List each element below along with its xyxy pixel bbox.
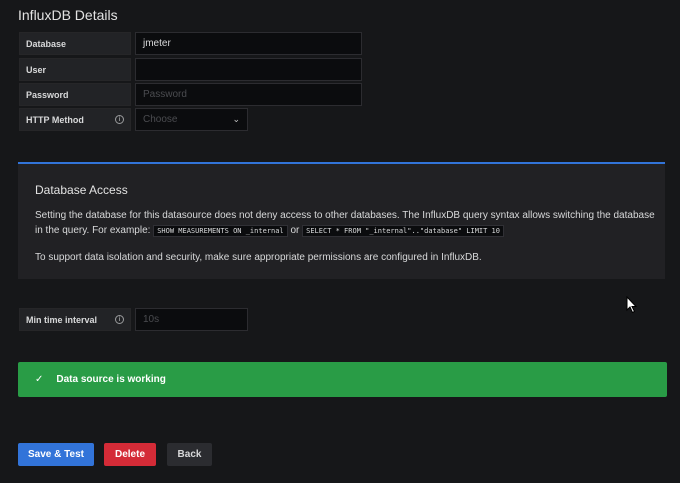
- panel-description: Setting the database for this datasource…: [35, 210, 655, 237]
- password-label: Password: [19, 83, 131, 106]
- database-row: Database jmeter: [19, 32, 362, 55]
- panel-security-note: To support data isolation and security, …: [35, 252, 482, 263]
- database-input[interactable]: jmeter: [135, 32, 362, 55]
- password-row: Password Password: [19, 83, 362, 106]
- http-method-select[interactable]: Choose ⌄: [135, 108, 248, 131]
- user-label: User: [19, 58, 131, 81]
- section-title: InfluxDB Details: [18, 7, 118, 23]
- user-row: User: [19, 58, 362, 81]
- success-alert: ✓ Data source is working: [18, 362, 667, 397]
- back-button[interactable]: Back: [167, 443, 212, 466]
- min-interval-input[interactable]: 10s: [135, 308, 248, 331]
- database-access-panel: Database Access Setting the database for…: [18, 162, 665, 279]
- chevron-down-icon: ⌄: [232, 114, 240, 124]
- user-input[interactable]: [135, 58, 362, 81]
- check-icon: ✓: [35, 374, 44, 385]
- min-interval-row: Min time interval i 10s: [19, 308, 248, 331]
- code-example-1: SHOW MEASUREMENTS ON _internal: [153, 225, 288, 237]
- panel-title: Database Access: [35, 183, 128, 197]
- delete-button[interactable]: Delete: [104, 443, 156, 466]
- code-example-2: SELECT * FROM "_internal".."database" LI…: [302, 225, 504, 237]
- password-input[interactable]: Password: [135, 83, 362, 106]
- http-method-label: HTTP Method i: [19, 108, 131, 131]
- info-icon[interactable]: i: [115, 115, 124, 124]
- info-icon[interactable]: i: [115, 315, 124, 324]
- alert-text: Data source is working: [56, 374, 166, 385]
- min-interval-label: Min time interval i: [19, 308, 131, 331]
- http-method-row: HTTP Method i Choose ⌄: [19, 108, 248, 131]
- mouse-cursor-icon: [626, 296, 638, 314]
- database-label: Database: [19, 32, 131, 55]
- save-test-button[interactable]: Save & Test: [18, 443, 94, 466]
